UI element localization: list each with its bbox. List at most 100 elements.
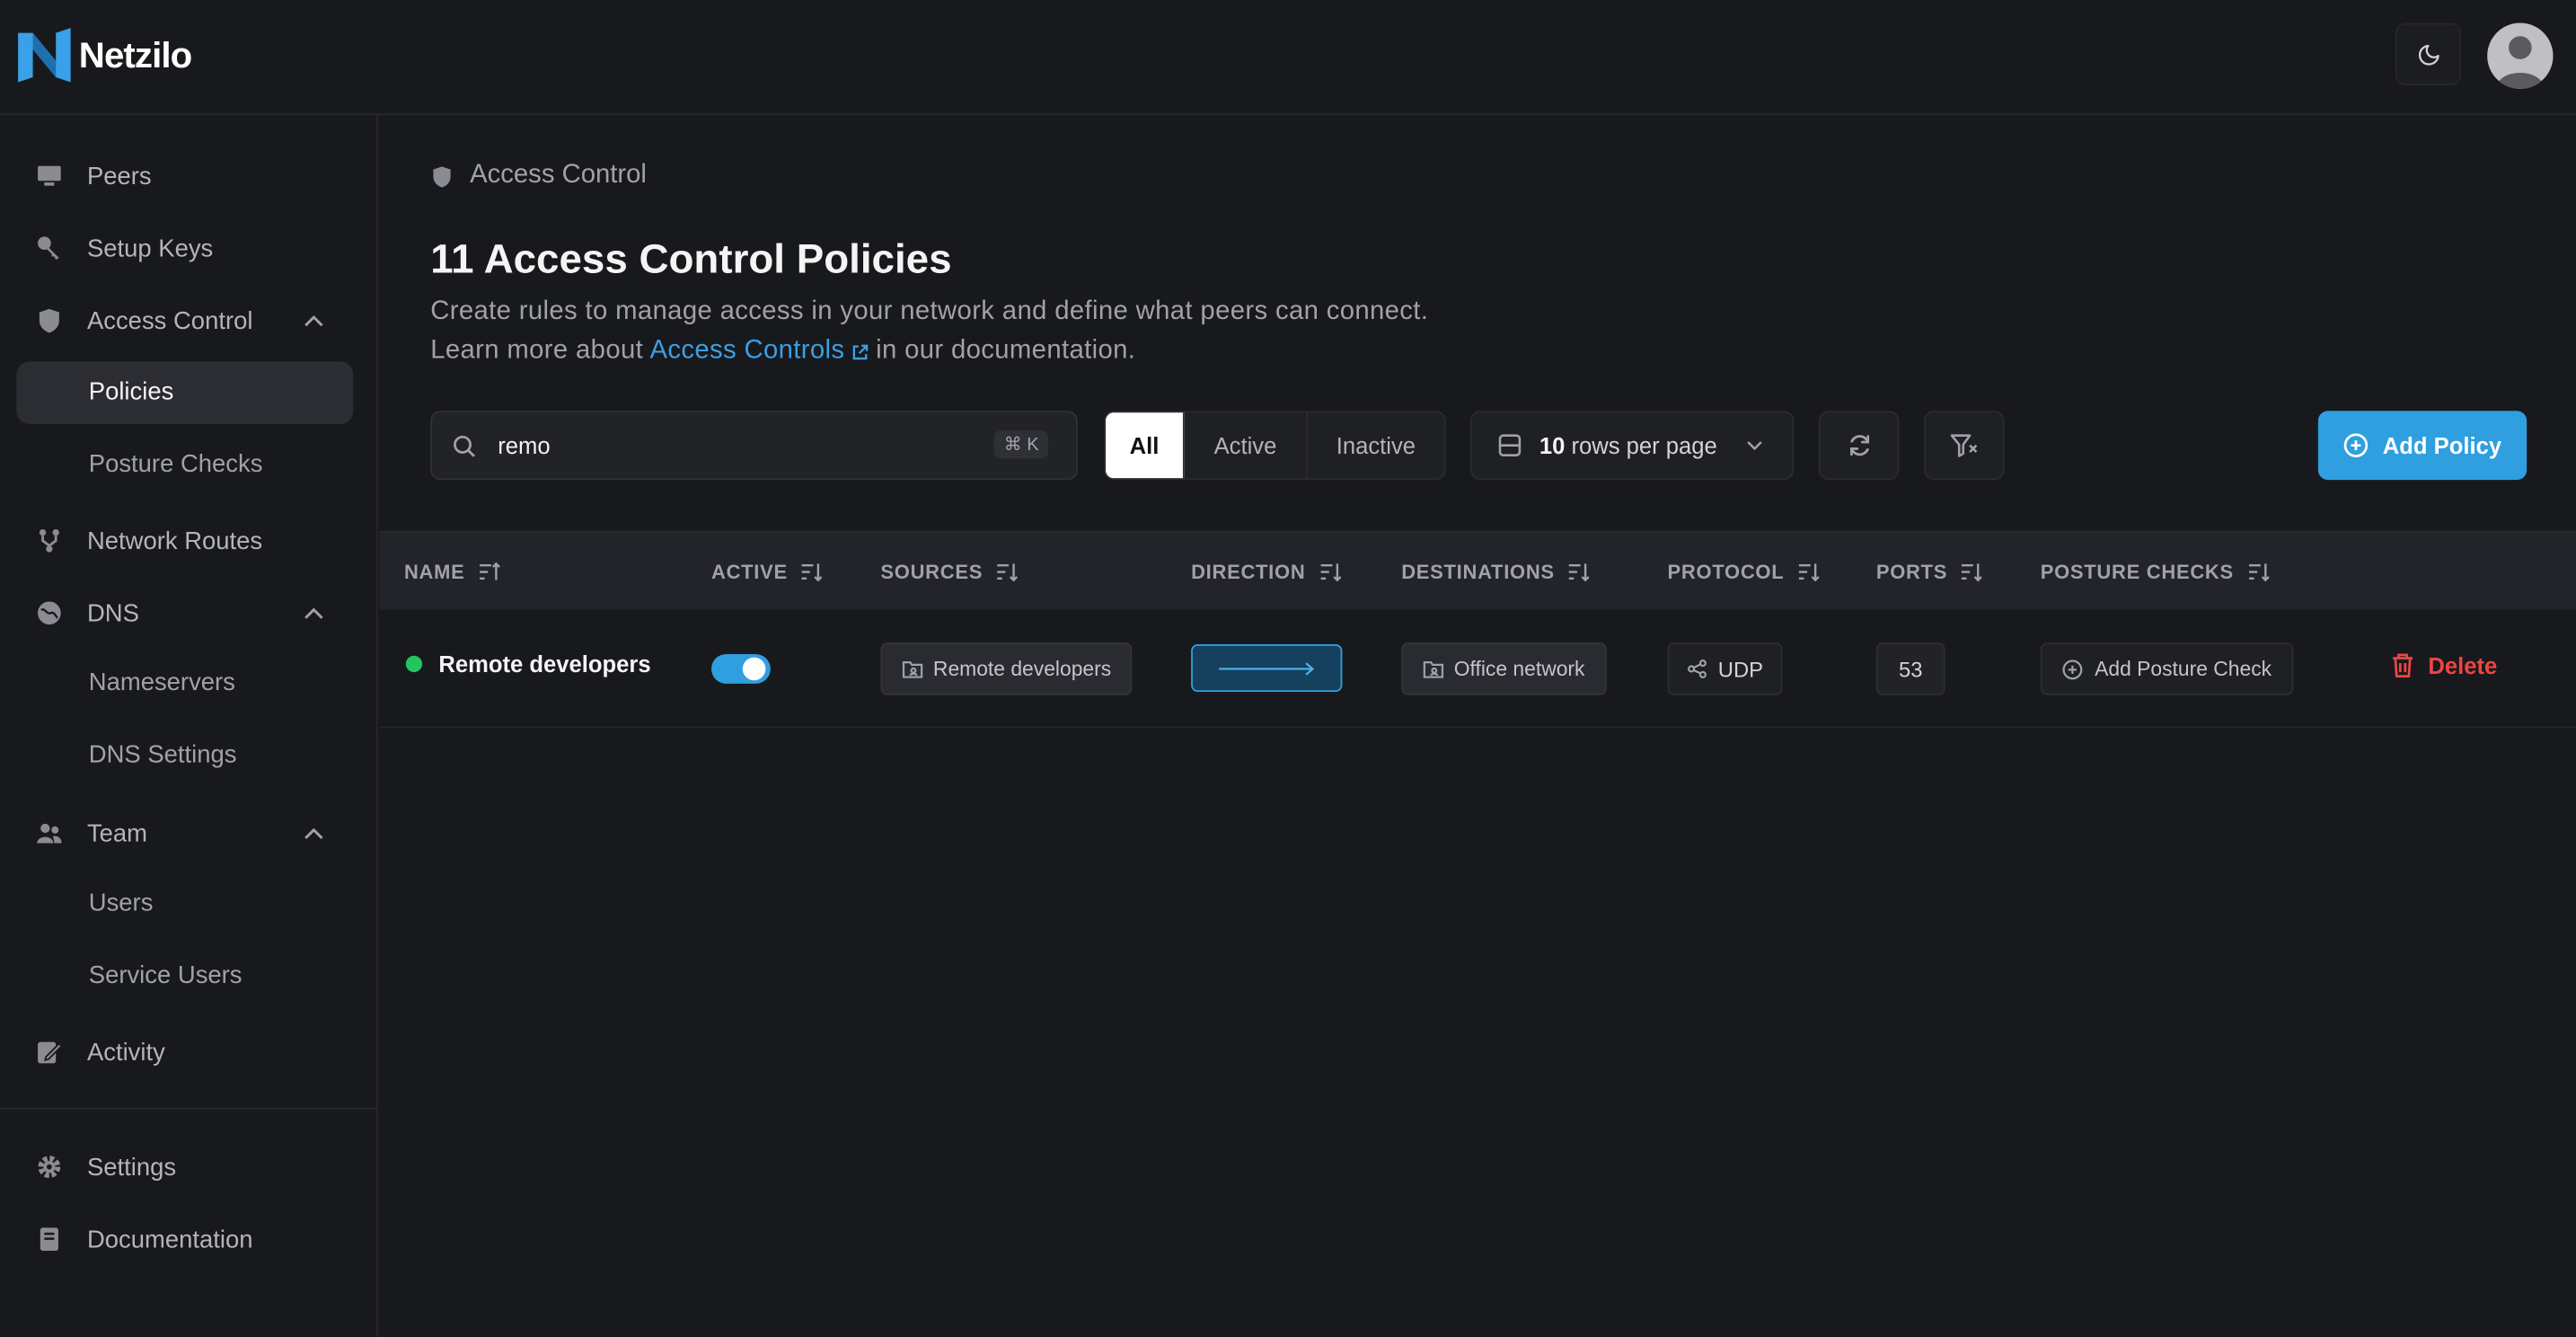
plus-circle-icon [2344, 433, 2369, 457]
monitor-icon [38, 165, 61, 186]
protocol-label: UDP [1717, 656, 1764, 682]
sidebar-item-documentation[interactable]: Documentation [16, 1208, 353, 1271]
sidebar-item-nameservers[interactable]: Nameservers [16, 652, 353, 715]
destination-group-chip[interactable]: Office network [1401, 642, 1607, 695]
gear-icon [38, 1155, 61, 1179]
direction-chip[interactable] [1191, 644, 1343, 693]
search-field[interactable]: ⌘ K [430, 411, 1078, 481]
sidebar-item-network-routes[interactable]: Network Routes [16, 509, 353, 572]
netzilo-logo-icon [18, 28, 71, 83]
column-ports[interactable]: PORTS [1875, 560, 1984, 584]
tab-inactive[interactable]: Inactive [1308, 412, 1444, 478]
external-link-icon [852, 343, 869, 359]
tab-all[interactable]: All [1105, 412, 1185, 479]
sidebar-item-dns[interactable]: DNS [16, 582, 353, 645]
sidebar-divider [0, 1107, 378, 1110]
page-description: Create rules to manage access in your ne… [430, 297, 1429, 326]
chevron-up-icon [304, 828, 323, 839]
breadcrumb[interactable]: Access Control [430, 161, 647, 190]
rows-per-page-label: 10 rows per page [1539, 432, 1717, 458]
column-direction[interactable]: DIRECTION [1191, 560, 1342, 584]
sidebar-item-peers[interactable]: Peers [16, 145, 353, 208]
column-active[interactable]: ACTIVE [711, 560, 824, 584]
delete-button[interactable]: Delete [2390, 652, 2497, 678]
port-chip[interactable]: 53 [1875, 642, 1945, 695]
chevron-up-icon [304, 607, 323, 619]
active-toggle[interactable] [711, 653, 771, 684]
sidebar-item-label: Setup Keys [86, 234, 214, 262]
sidebar-item-label: Access Control [86, 306, 253, 335]
add-policy-button[interactable]: Add Policy [2317, 411, 2527, 481]
column-posture-checks[interactable]: POSTURE CHECKS [2041, 561, 2270, 583]
tab-active[interactable]: Active [1185, 412, 1308, 479]
sort-icon [802, 563, 824, 582]
sidebar-item-label: Team [86, 819, 148, 847]
sidebar-item-label: DNS Settings [88, 740, 237, 770]
sidebar-item-dns-settings[interactable]: DNS Settings [16, 725, 353, 788]
sidebar-item-label: Documentation [86, 1225, 253, 1253]
user-avatar[interactable] [2487, 22, 2554, 89]
docs-link-label: Access Controls [649, 336, 845, 366]
search-input[interactable] [498, 432, 975, 459]
globe-icon [38, 601, 61, 625]
sidebar-item-label: Network Routes [86, 527, 263, 555]
chevron-down-icon [1747, 441, 1762, 451]
rows-per-page-select[interactable]: 10 rows per page [1470, 411, 1795, 481]
app-logo[interactable]: Netzilo [16, 28, 192, 83]
table-header: NAME ACTIVE SOURCES DIRECTION DESTINATIO… [379, 530, 2576, 610]
sidebar-item-policies[interactable]: Policies [16, 361, 354, 424]
policy-name[interactable]: Remote developers [438, 651, 650, 677]
sidebar-item-activity[interactable]: Activity [16, 1021, 353, 1084]
sidebar-item-posture-checks[interactable]: Posture Checks [16, 434, 353, 497]
sidebar-item-label: Users [88, 889, 154, 917]
arrow-right-icon [1219, 661, 1315, 675]
rows-count: 10 [1539, 432, 1566, 459]
search-icon [454, 435, 475, 457]
user-avatar-icon [2487, 22, 2554, 89]
chevron-up-icon [304, 314, 323, 327]
add-policy-label: Add Policy [2382, 432, 2502, 459]
top-header: Netzilo [0, 0, 2576, 116]
sidebar-item-access-control[interactable]: Access Control [16, 289, 353, 352]
rows-text: rows per page [1571, 432, 1717, 459]
page-description-docs: Learn more about Access Controls in our … [430, 337, 1135, 367]
column-label: ACTIVE [711, 560, 788, 584]
status-filter-tabs: All Active Inactive [1104, 411, 1446, 481]
activity-icon [38, 1041, 63, 1064]
sidebar-item-label: Activity [86, 1038, 165, 1067]
clear-filters-button[interactable] [1923, 411, 2005, 481]
sidebar-item-label: DNS [86, 598, 139, 627]
sidebar-item-team[interactable]: Team [16, 802, 353, 865]
refresh-button[interactable] [1818, 411, 1900, 481]
sidebar-item-settings[interactable]: Settings [16, 1136, 353, 1199]
column-name[interactable]: NAME [403, 560, 501, 584]
add-posture-check-button[interactable]: Add Posture Check [2040, 642, 2293, 695]
plus-circle-icon [2062, 659, 2083, 679]
add-posture-check-label: Add Posture Check [2095, 657, 2272, 681]
column-destinations[interactable]: DESTINATIONS [1401, 561, 1591, 583]
sidebar-item-label: Service Users [88, 961, 243, 990]
sidebar-item-service-users[interactable]: Service Users [16, 945, 353, 1008]
sidebar-item-label: Peers [86, 162, 152, 190]
status-dot [405, 655, 423, 673]
column-sources[interactable]: SOURCES [880, 560, 1019, 584]
column-label: DIRECTION [1191, 560, 1306, 584]
sidebar-item-users[interactable]: Users [16, 872, 353, 935]
breadcrumb-label: Access Control [470, 161, 647, 190]
column-label: PORTS [1875, 560, 1948, 584]
source-group-chip[interactable]: Remote developers [880, 642, 1133, 695]
protocol-chip[interactable]: UDP [1667, 642, 1783, 695]
search-shortcut-badge: ⌘ K [993, 430, 1049, 459]
theme-toggle-button[interactable] [2395, 22, 2461, 86]
team-icon [37, 823, 62, 844]
folder-group-icon [1423, 661, 1444, 678]
docs-link[interactable]: Access Controls [649, 337, 869, 367]
column-protocol[interactable]: PROTOCOL [1667, 560, 1821, 584]
sidebar-item-setup-keys[interactable]: Setup Keys [16, 217, 353, 279]
column-label: NAME [403, 560, 465, 584]
column-label: PROTOCOL [1667, 560, 1785, 584]
table-row[interactable]: Remote developers Remote developers Offi… [379, 610, 2576, 729]
sidebar-item-label: Settings [86, 1153, 177, 1182]
sort-icon [1319, 563, 1341, 582]
column-label: SOURCES [880, 560, 984, 584]
